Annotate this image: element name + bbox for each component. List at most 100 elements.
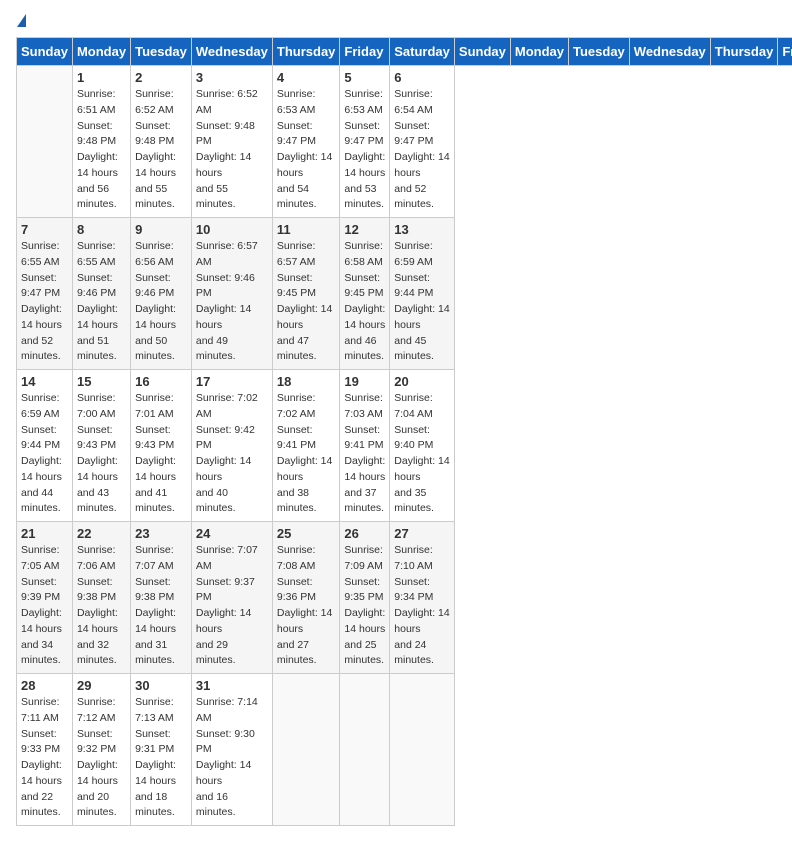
day-number: 13 [394, 222, 450, 237]
day-info: Sunrise: 7:01 AMSunset: 9:43 PMDaylight:… [135, 391, 187, 517]
calendar-week-row: 21Sunrise: 7:05 AMSunset: 9:39 PMDayligh… [17, 522, 792, 674]
calendar-day-header: Tuesday [569, 38, 630, 66]
calendar-day-cell: 9 Sunrise: 6:56 AMSunset: 9:46 PMDaylight… [131, 218, 192, 370]
calendar-day-header: Wednesday [629, 38, 710, 66]
calendar-day-cell: 22 Sunrise: 7:06 AMSunset: 9:38 PMDayligh… [72, 522, 130, 674]
day-number: 24 [196, 526, 268, 541]
day-info: Sunrise: 7:10 AMSunset: 9:34 PMDaylight:… [394, 543, 450, 669]
day-number: 29 [77, 678, 126, 693]
calendar-day-cell: 23 Sunrise: 7:07 AMSunset: 9:38 PMDayligh… [131, 522, 192, 674]
day-info: Sunrise: 6:52 AMSunset: 9:48 PMDaylight:… [196, 87, 268, 213]
calendar-day-cell: 8Sunrise: 6:55 AMSunset: 9:46 PMDaylight… [72, 218, 130, 370]
calendar-day-cell: 25 Sunrise: 7:08 AMSunset: 9:36 PMDayligh… [272, 522, 340, 674]
day-number: 5 [344, 70, 385, 85]
day-number: 30 [135, 678, 187, 693]
day-info: Sunrise: 6:59 AMSunset: 9:44 PMDaylight:… [21, 391, 68, 517]
calendar-day-header: Thursday [272, 38, 340, 66]
day-number: 6 [394, 70, 450, 85]
day-number: 4 [277, 70, 336, 85]
day-info: Sunrise: 6:55 AMSunset: 9:46 PMDaylight:… [77, 239, 126, 365]
calendar-day-cell: 15 Sunrise: 7:00 AMSunset: 9:43 PMDayligh… [72, 370, 130, 522]
day-info: Sunrise: 7:13 AMSunset: 9:31 PMDaylight:… [135, 695, 187, 821]
day-number: 22 [77, 526, 126, 541]
calendar-day-header: Sunday [17, 38, 73, 66]
day-info: Sunrise: 6:58 AMSunset: 9:45 PMDaylight:… [344, 239, 385, 365]
calendar-week-row: 7 Sunrise: 6:55 AMSunset: 9:47 PMDaylight… [17, 218, 792, 370]
calendar-day-cell: 19 Sunrise: 7:03 AMSunset: 9:41 PMDayligh… [340, 370, 390, 522]
calendar-day-cell: 1 Sunrise: 6:51 AMSunset: 9:48 PMDaylight… [72, 66, 130, 218]
calendar-week-row: 28Sunrise: 7:11 AMSunset: 9:33 PMDayligh… [17, 674, 792, 826]
calendar-day-cell: 11 Sunrise: 6:57 AMSunset: 9:45 PMDayligh… [272, 218, 340, 370]
calendar-header-row: SundayMondayTuesdayWednesdayThursdayFrid… [17, 38, 792, 66]
day-info: Sunrise: 6:52 AMSunset: 9:48 PMDaylight:… [135, 87, 187, 213]
calendar-day-header: Wednesday [191, 38, 272, 66]
calendar-day-cell: 7 Sunrise: 6:55 AMSunset: 9:47 PMDaylight… [17, 218, 73, 370]
day-number: 15 [77, 374, 126, 389]
day-number: 17 [196, 374, 268, 389]
day-number: 21 [21, 526, 68, 541]
calendar-day-header: Friday [778, 38, 792, 66]
page-header [16, 16, 776, 29]
day-number: 10 [196, 222, 268, 237]
day-number: 23 [135, 526, 187, 541]
day-number: 31 [196, 678, 268, 693]
calendar-day-cell: 13Sunrise: 6:59 AMSunset: 9:44 PMDayligh… [390, 218, 455, 370]
day-number: 27 [394, 526, 450, 541]
calendar-day-cell: 24 Sunrise: 7:07 AMSunset: 9:37 PMDayligh… [191, 522, 272, 674]
day-number: 11 [277, 222, 336, 237]
day-number: 1 [77, 70, 126, 85]
calendar-day-cell: 20 Sunrise: 7:04 AMSunset: 9:40 PMDayligh… [390, 370, 455, 522]
calendar-day-header: Monday [510, 38, 568, 66]
calendar-week-row: 1 Sunrise: 6:51 AMSunset: 9:48 PMDaylight… [17, 66, 792, 218]
day-info: Sunrise: 6:57 AMSunset: 9:45 PMDaylight:… [277, 239, 336, 365]
calendar-day-cell: 26Sunrise: 7:09 AMSunset: 9:35 PMDayligh… [340, 522, 390, 674]
calendar-day-header: Sunday [454, 38, 510, 66]
day-number: 9 [135, 222, 187, 237]
day-info: Sunrise: 7:04 AMSunset: 9:40 PMDaylight:… [394, 391, 450, 517]
day-info: Sunrise: 7:00 AMSunset: 9:43 PMDaylight:… [77, 391, 126, 517]
day-info: Sunrise: 6:54 AMSunset: 9:47 PMDaylight:… [394, 87, 450, 213]
day-info: Sunrise: 6:51 AMSunset: 9:48 PMDaylight:… [77, 87, 126, 213]
day-info: Sunrise: 7:06 AMSunset: 9:38 PMDaylight:… [77, 543, 126, 669]
calendar-day-cell: 21Sunrise: 7:05 AMSunset: 9:39 PMDayligh… [17, 522, 73, 674]
calendar-day-cell: 6 Sunrise: 6:54 AMSunset: 9:47 PMDaylight… [390, 66, 455, 218]
calendar-day-cell: 10Sunrise: 6:57 AMSunset: 9:46 PMDayligh… [191, 218, 272, 370]
calendar-day-header: Tuesday [131, 38, 192, 66]
day-info: Sunrise: 6:53 AMSunset: 9:47 PMDaylight:… [344, 87, 385, 213]
day-number: 25 [277, 526, 336, 541]
calendar-day-cell: 17 Sunrise: 7:02 AMSunset: 9:42 PMDayligh… [191, 370, 272, 522]
logo [16, 16, 26, 29]
day-info: Sunrise: 6:56 AMSunset: 9:46 PMDaylight:… [135, 239, 187, 365]
day-number: 12 [344, 222, 385, 237]
calendar-day-cell: 27 Sunrise: 7:10 AMSunset: 9:34 PMDayligh… [390, 522, 455, 674]
calendar-day-cell [390, 674, 455, 826]
day-number: 14 [21, 374, 68, 389]
day-number: 19 [344, 374, 385, 389]
day-info: Sunrise: 7:03 AMSunset: 9:41 PMDaylight:… [344, 391, 385, 517]
calendar-table: SundayMondayTuesdayWednesdayThursdayFrid… [16, 37, 792, 826]
day-number: 7 [21, 222, 68, 237]
calendar-day-header: Thursday [710, 38, 778, 66]
day-info: Sunrise: 7:12 AMSunset: 9:32 PMDaylight:… [77, 695, 126, 821]
day-info: Sunrise: 6:55 AMSunset: 9:47 PMDaylight:… [21, 239, 68, 365]
calendar-day-cell: 14 Sunrise: 6:59 AMSunset: 9:44 PMDayligh… [17, 370, 73, 522]
day-info: Sunrise: 7:07 AMSunset: 9:37 PMDaylight:… [196, 543, 268, 669]
day-info: Sunrise: 7:09 AMSunset: 9:35 PMDaylight:… [344, 543, 385, 669]
calendar-day-cell [340, 674, 390, 826]
calendar-day-cell: 5 Sunrise: 6:53 AMSunset: 9:47 PMDaylight… [340, 66, 390, 218]
day-info: Sunrise: 7:07 AMSunset: 9:38 PMDaylight:… [135, 543, 187, 669]
day-number: 3 [196, 70, 268, 85]
day-info: Sunrise: 7:02 AMSunset: 9:42 PMDaylight:… [196, 391, 268, 517]
calendar-day-cell: 18Sunrise: 7:02 AMSunset: 9:41 PMDayligh… [272, 370, 340, 522]
calendar-day-cell: 4Sunrise: 6:53 AMSunset: 9:47 PMDaylight… [272, 66, 340, 218]
calendar-day-cell: 31Sunrise: 7:14 AMSunset: 9:30 PMDayligh… [191, 674, 272, 826]
calendar-day-cell: 29 Sunrise: 7:12 AMSunset: 9:32 PMDayligh… [72, 674, 130, 826]
calendar-day-cell: 3 Sunrise: 6:52 AMSunset: 9:48 PMDaylight… [191, 66, 272, 218]
day-info: Sunrise: 7:11 AMSunset: 9:33 PMDaylight:… [21, 695, 68, 821]
logo-triangle-icon [17, 14, 26, 27]
day-info: Sunrise: 7:08 AMSunset: 9:36 PMDaylight:… [277, 543, 336, 669]
calendar-day-cell [272, 674, 340, 826]
day-number: 2 [135, 70, 187, 85]
calendar-day-cell [17, 66, 73, 218]
day-number: 20 [394, 374, 450, 389]
